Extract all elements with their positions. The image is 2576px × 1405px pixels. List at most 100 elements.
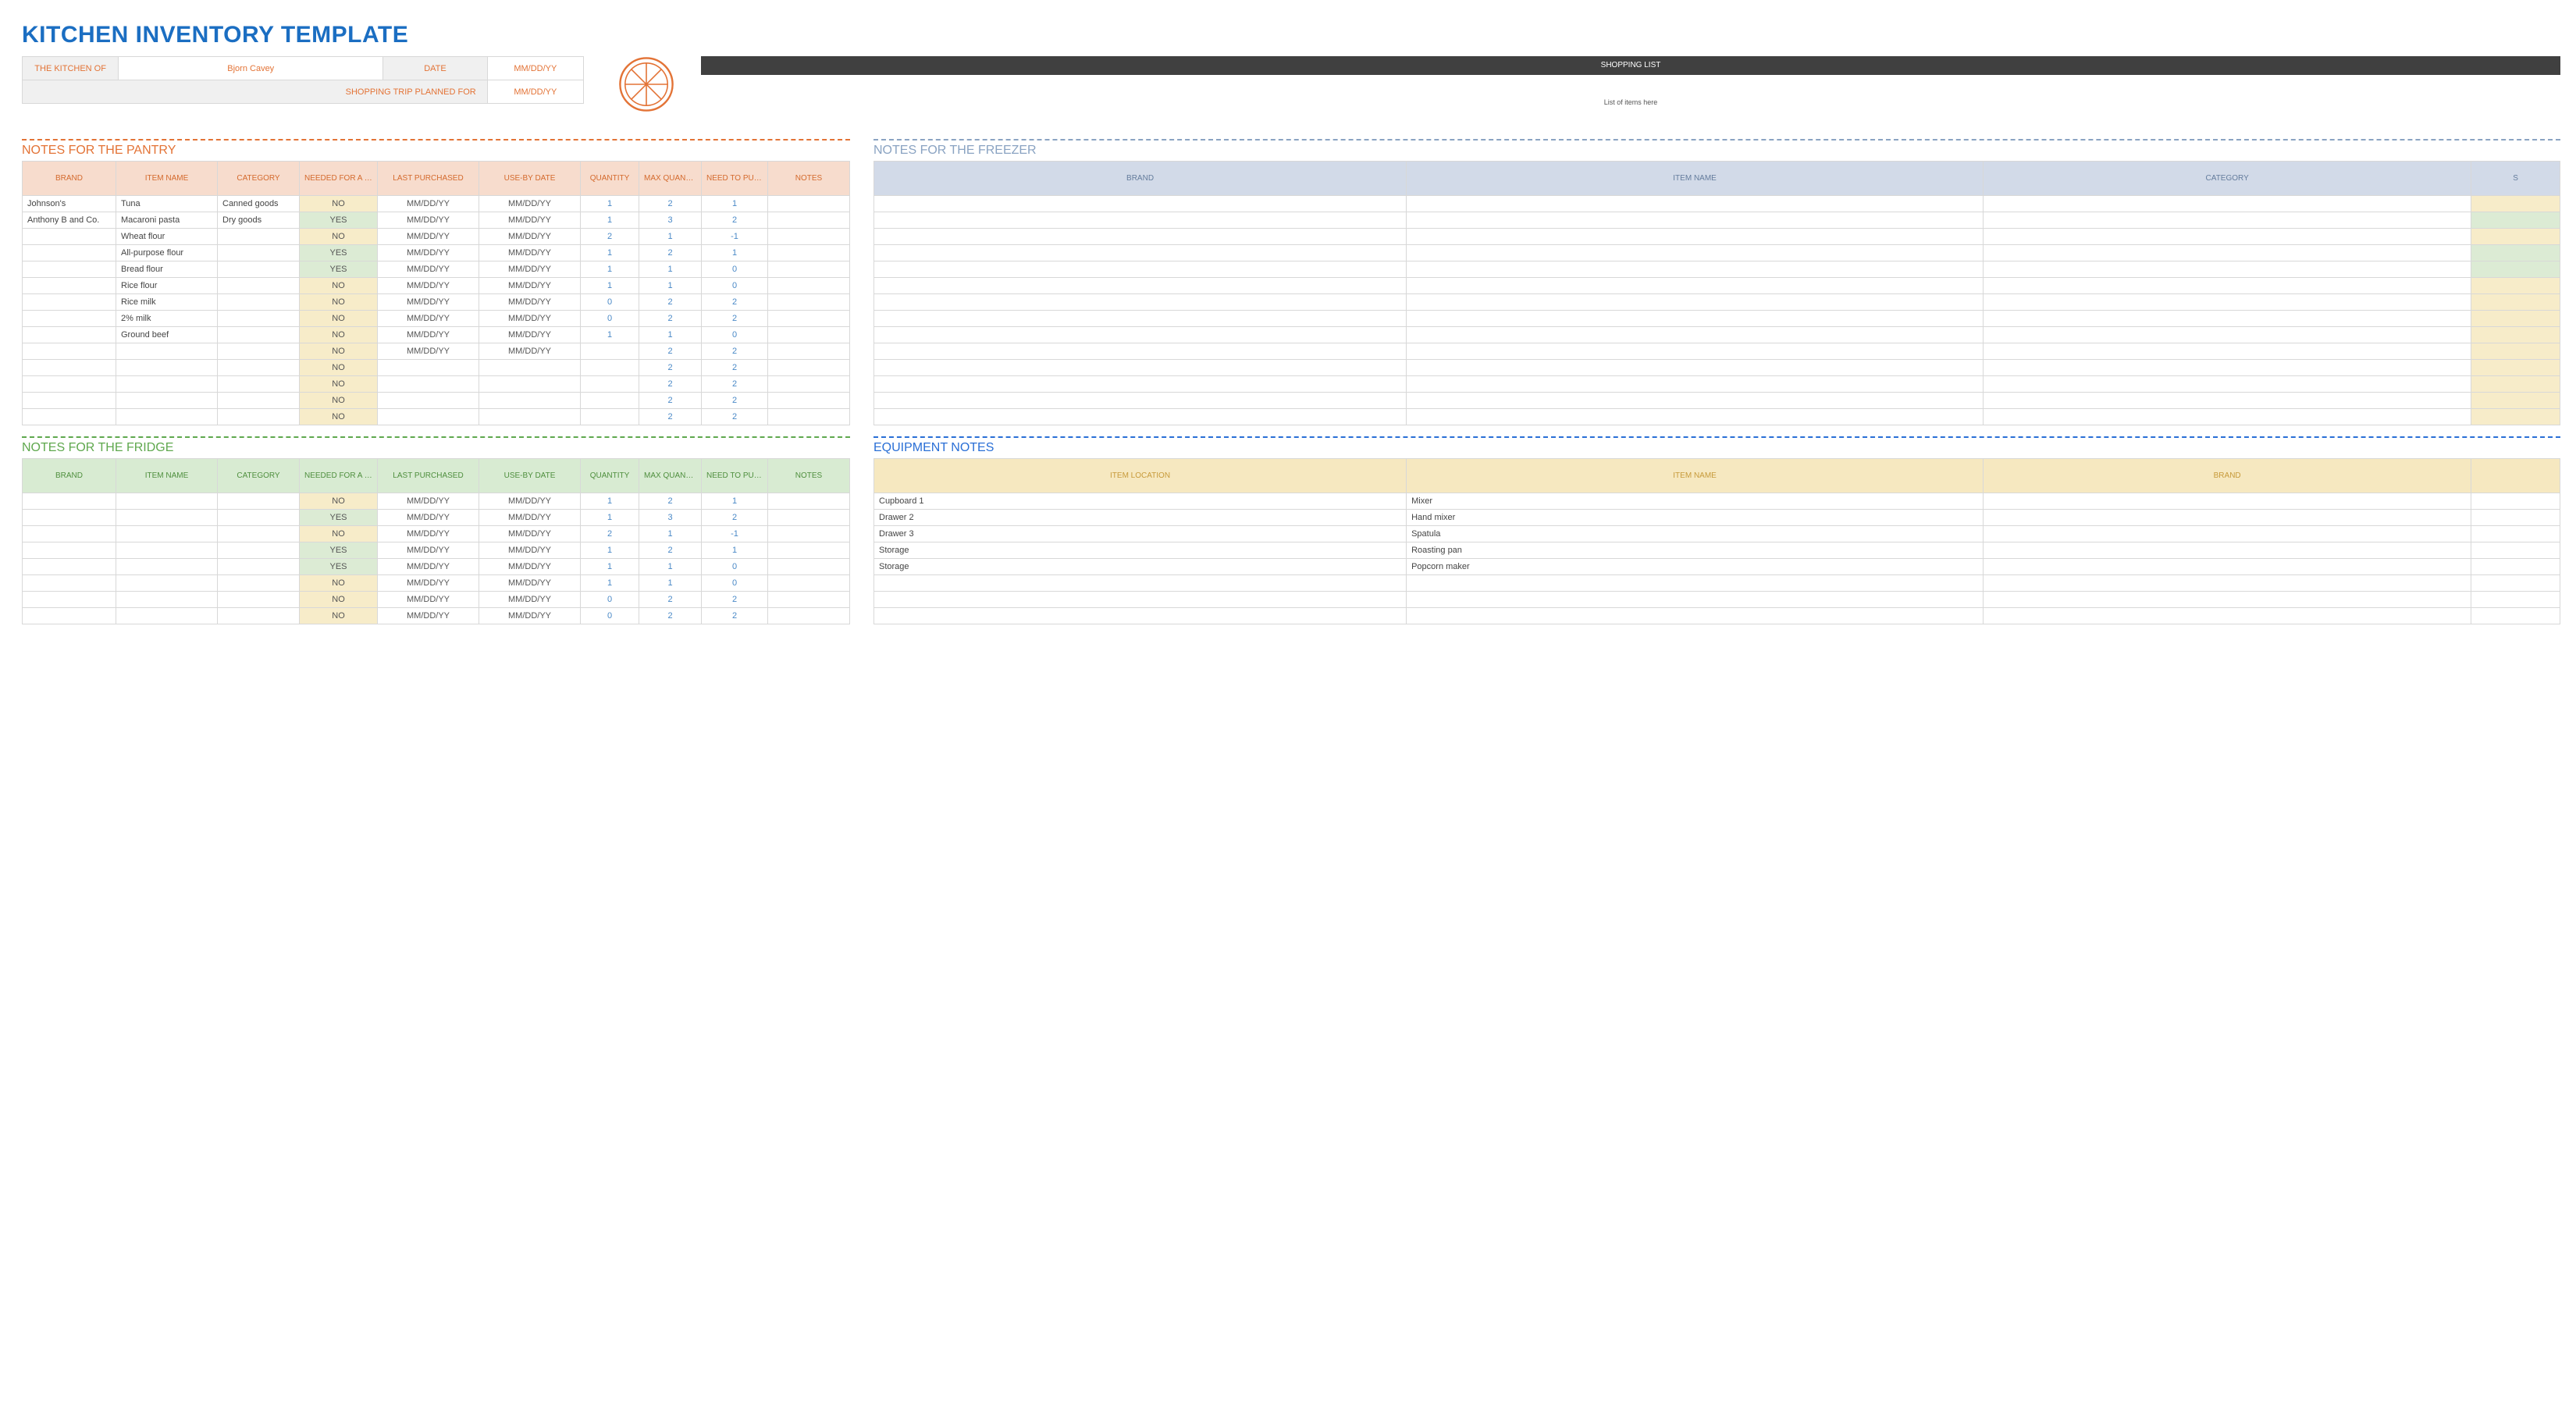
cell[interactable]: MM/DD/YY (479, 510, 581, 526)
cell[interactable] (768, 245, 850, 261)
cell[interactable]: 0 (702, 278, 768, 294)
cell[interactable]: 2 (702, 294, 768, 311)
cell[interactable] (2471, 575, 2560, 592)
cell[interactable]: MM/DD/YY (479, 278, 581, 294)
cell[interactable]: MM/DD/YY (378, 196, 479, 212)
cell[interactable]: MM/DD/YY (378, 526, 479, 542)
cell[interactable]: 0 (702, 559, 768, 575)
cell[interactable] (2471, 393, 2560, 409)
cell[interactable]: 2 (702, 409, 768, 425)
cell[interactable] (874, 261, 1407, 278)
cell[interactable]: NO (300, 592, 378, 608)
cell[interactable] (23, 229, 116, 245)
cell[interactable]: 0 (702, 261, 768, 278)
cell[interactable]: YES (300, 261, 378, 278)
cell[interactable]: Canned goods (218, 196, 300, 212)
cell[interactable] (23, 360, 116, 376)
cell[interactable] (23, 510, 116, 526)
cell[interactable]: 1 (702, 245, 768, 261)
cell[interactable] (581, 393, 639, 409)
cell[interactable]: 2 (639, 393, 702, 409)
cell[interactable]: MM/DD/YY (479, 493, 581, 510)
cell[interactable]: MM/DD/YY (479, 311, 581, 327)
cell[interactable]: 1 (639, 575, 702, 592)
cell[interactable] (1984, 278, 2471, 294)
cell[interactable] (1984, 196, 2471, 212)
cell[interactable] (874, 343, 1407, 360)
cell[interactable]: Spatula (1407, 526, 1984, 542)
cell[interactable] (2471, 212, 2560, 229)
cell[interactable] (23, 294, 116, 311)
cell[interactable] (116, 376, 218, 393)
cell[interactable] (218, 526, 300, 542)
cell[interactable]: Storage (874, 559, 1407, 575)
cell[interactable]: MM/DD/YY (378, 575, 479, 592)
cell[interactable]: 1 (581, 261, 639, 278)
cell[interactable] (116, 510, 218, 526)
cell[interactable] (768, 510, 850, 526)
cell[interactable] (2471, 229, 2560, 245)
cell[interactable] (1407, 261, 1984, 278)
cell[interactable] (768, 229, 850, 245)
cell[interactable]: MM/DD/YY (479, 294, 581, 311)
cell[interactable]: MM/DD/YY (479, 575, 581, 592)
cell[interactable]: MM/DD/YY (378, 278, 479, 294)
cell[interactable] (23, 327, 116, 343)
cell[interactable]: 2 (639, 294, 702, 311)
cell[interactable] (2471, 510, 2560, 526)
cell[interactable] (116, 559, 218, 575)
cell[interactable] (1407, 278, 1984, 294)
cell[interactable]: MM/DD/YY (378, 510, 479, 526)
cell[interactable]: YES (300, 245, 378, 261)
cell[interactable]: 2 (639, 245, 702, 261)
cell[interactable]: MM/DD/YY (378, 212, 479, 229)
cell[interactable]: MM/DD/YY (378, 493, 479, 510)
cell[interactable] (1984, 592, 2471, 608)
cell[interactable] (768, 294, 850, 311)
cell[interactable]: YES (300, 510, 378, 526)
cell[interactable] (218, 493, 300, 510)
cell[interactable] (768, 542, 850, 559)
cell[interactable]: -1 (702, 229, 768, 245)
cell[interactable]: YES (300, 542, 378, 559)
cell[interactable]: 1 (581, 542, 639, 559)
cell[interactable]: Drawer 3 (874, 526, 1407, 542)
cell[interactable] (218, 311, 300, 327)
cell[interactable] (768, 575, 850, 592)
cell[interactable]: 2 (702, 510, 768, 526)
cell[interactable]: Roasting pan (1407, 542, 1984, 559)
cell[interactable]: 2 (702, 393, 768, 409)
cell[interactable] (218, 608, 300, 624)
cell[interactable]: 2 (581, 229, 639, 245)
cell[interactable]: 0 (581, 608, 639, 624)
cell[interactable] (1984, 327, 2471, 343)
cell[interactable] (218, 559, 300, 575)
cell[interactable]: Wheat flour (116, 229, 218, 245)
cell[interactable]: NO (300, 343, 378, 360)
cell[interactable]: NO (300, 327, 378, 343)
cell[interactable] (2471, 409, 2560, 425)
cell[interactable]: 2 (702, 212, 768, 229)
cell[interactable] (2471, 311, 2560, 327)
cell[interactable]: MM/DD/YY (378, 245, 479, 261)
cell[interactable] (768, 608, 850, 624)
cell[interactable] (874, 575, 1407, 592)
cell[interactable]: Tuna (116, 196, 218, 212)
trip-value[interactable]: MM/DD/YY (487, 80, 583, 104)
pantry-table[interactable]: BRANDITEM NAMECATEGORYNEEDED FOR A SPECI… (22, 161, 850, 425)
cell[interactable]: MM/DD/YY (378, 592, 479, 608)
cell[interactable] (1984, 311, 2471, 327)
cell[interactable]: MM/DD/YY (479, 245, 581, 261)
cell[interactable] (1407, 409, 1984, 425)
cell[interactable]: 2 (639, 311, 702, 327)
cell[interactable] (1407, 608, 1984, 624)
cell[interactable]: 3 (639, 510, 702, 526)
cell[interactable] (1984, 261, 2471, 278)
cell[interactable] (874, 294, 1407, 311)
cell[interactable]: NO (300, 526, 378, 542)
cell[interactable]: MM/DD/YY (479, 526, 581, 542)
cell[interactable]: MM/DD/YY (479, 343, 581, 360)
cell[interactable] (768, 196, 850, 212)
cell[interactable]: NO (300, 311, 378, 327)
cell[interactable] (581, 343, 639, 360)
